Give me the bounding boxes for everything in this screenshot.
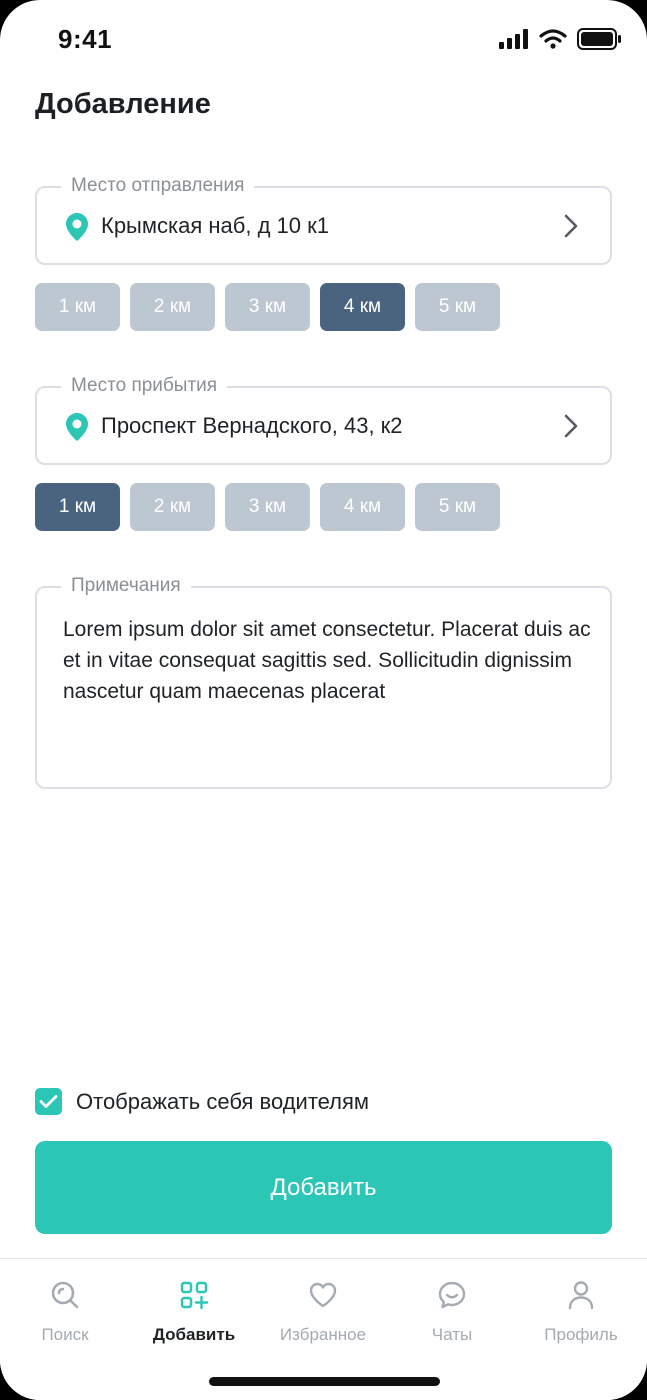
checkmark-icon — [39, 1095, 58, 1108]
chat-icon — [387, 1277, 517, 1313]
tab-label: Профиль — [544, 1325, 618, 1344]
arrival-legend: Место прибытия — [61, 375, 228, 397]
chevron-right-icon[interactable] — [564, 214, 578, 243]
tab-label: Избранное — [279, 1325, 367, 1344]
location-pin-icon — [65, 212, 89, 247]
status-bar: 9:41 — [0, 0, 647, 80]
arrival-address: Проспект Вернадского, 43, к2 — [101, 413, 403, 438]
tab-search[interactable]: Поиск — [0, 1277, 130, 1345]
profile-icon — [516, 1277, 646, 1313]
add-grid-icon — [129, 1277, 259, 1313]
chevron-right-icon[interactable] — [564, 414, 578, 443]
add-button[interactable]: Добавить — [35, 1141, 612, 1234]
departure-chip[interactable]: 2 км — [130, 283, 215, 331]
tab-chats[interactable]: Чаты — [387, 1277, 517, 1345]
visibility-toggle-row[interactable]: Отображать себя водителям — [35, 1088, 369, 1115]
visibility-checkbox[interactable] — [35, 1088, 62, 1115]
departure-chip[interactable]: 3 км — [225, 283, 310, 331]
tab-label: Добавить — [152, 1325, 236, 1344]
notes-textarea[interactable]: Примечания Lorem ipsum dolor sit amet co… — [35, 575, 612, 789]
status-icons — [499, 28, 621, 50]
search-icon — [0, 1277, 130, 1313]
departure-legend: Место отправления — [61, 175, 255, 197]
tab-profile[interactable]: Профиль — [516, 1277, 646, 1345]
tab-label: Чаты — [431, 1325, 473, 1344]
notes-text: Lorem ipsum dolor sit amet consectetur. … — [63, 618, 591, 703]
notes-legend: Примечания — [61, 575, 191, 597]
arrival-chip-selected[interactable]: 1 км — [35, 483, 120, 531]
battery-icon — [577, 28, 621, 50]
departure-field[interactable]: Место отправления Крымская наб, д 10 к1 — [35, 175, 612, 265]
tab-label: Поиск — [41, 1325, 89, 1344]
arrival-chip[interactable]: 3 км — [225, 483, 310, 531]
home-indicator — [209, 1377, 440, 1386]
heart-icon — [258, 1277, 388, 1313]
tab-add[interactable]: Добавить — [129, 1277, 259, 1345]
location-pin-icon — [65, 412, 89, 447]
tab-favorites[interactable]: Избранное — [258, 1277, 388, 1345]
departure-chip-selected[interactable]: 4 км — [320, 283, 405, 331]
departure-chip[interactable]: 1 км — [35, 283, 120, 331]
status-time: 9:41 — [58, 24, 113, 54]
arrival-chip[interactable]: 5 км — [415, 483, 500, 531]
arrival-radius-chips: 1 км 2 км 3 км 4 км 5 км — [35, 483, 500, 531]
visibility-label: Отображать себя водителям — [76, 1088, 370, 1114]
cellular-signal-icon — [499, 29, 528, 49]
departure-radius-chips: 1 км 2 км 3 км 4 км 5 км — [35, 283, 500, 331]
departure-chip[interactable]: 5 км — [415, 283, 500, 331]
app-screen: 9:41 Добавление Место отправления Крымск… — [0, 0, 647, 1400]
wifi-icon — [539, 29, 567, 49]
page-title: Добавление — [35, 88, 211, 120]
departure-address: Крымская наб, д 10 к1 — [101, 213, 329, 238]
arrival-chip[interactable]: 2 км — [130, 483, 215, 531]
arrival-chip[interactable]: 4 км — [320, 483, 405, 531]
arrival-field[interactable]: Место прибытия Проспект Вернадского, 43,… — [35, 375, 612, 465]
